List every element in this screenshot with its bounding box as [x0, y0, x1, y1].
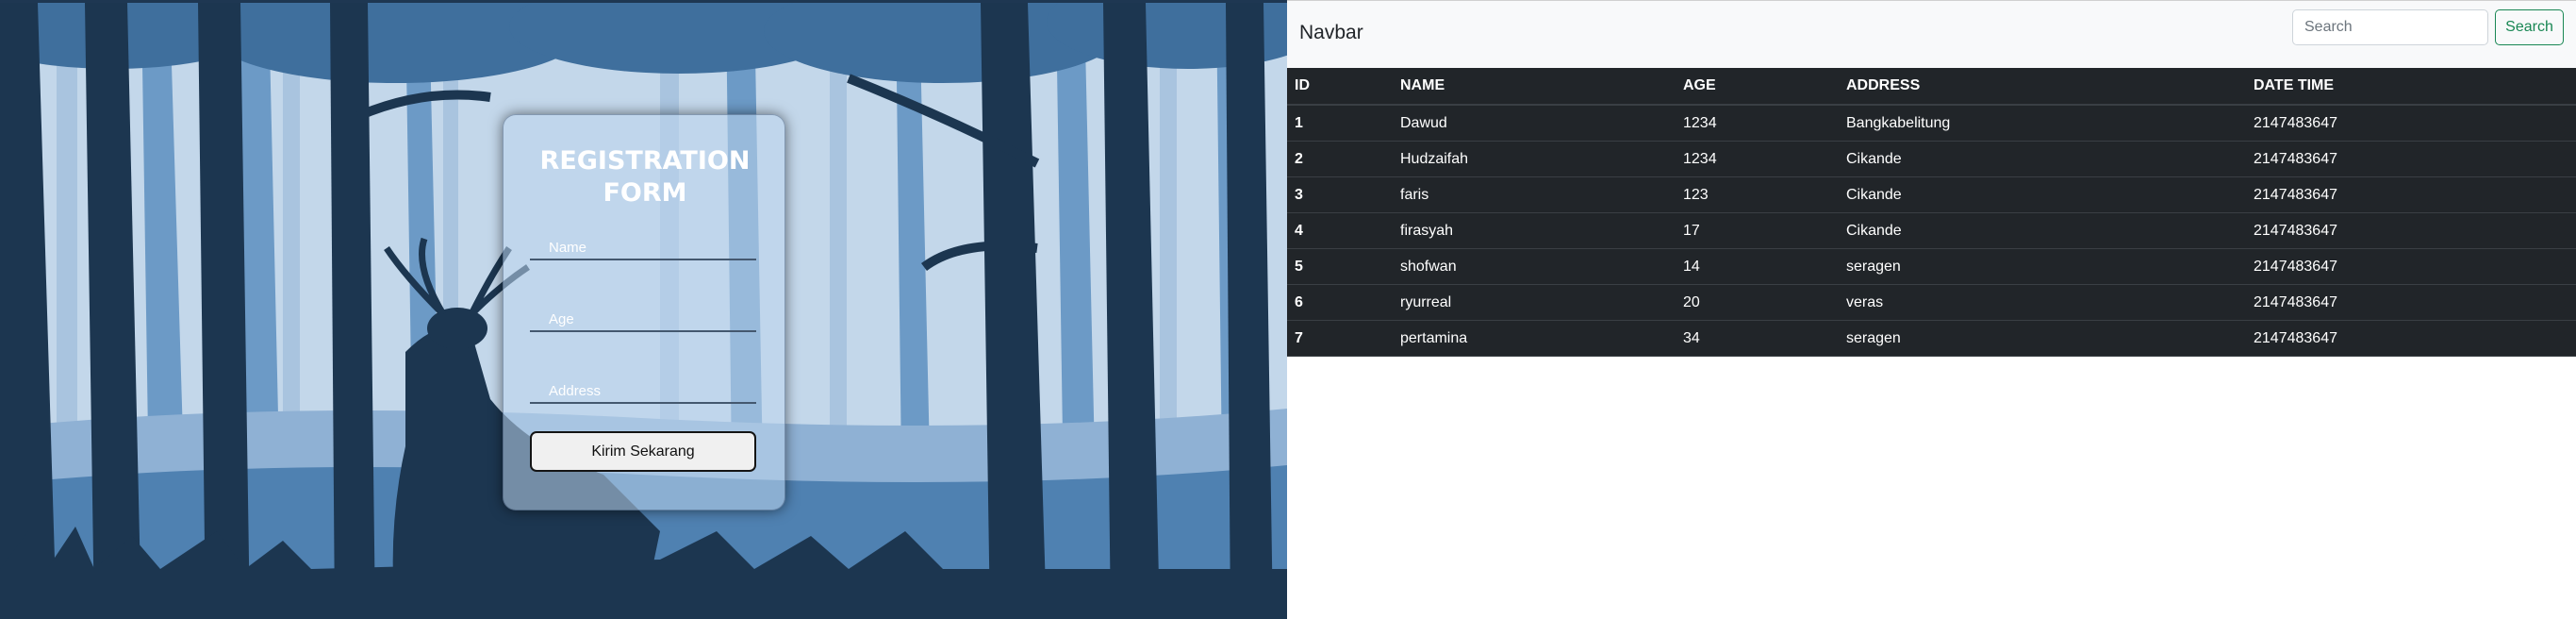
- header-id: ID: [1287, 68, 1393, 106]
- forest-background: REGISTRATION FORM Kirim Sekarang: [0, 0, 1287, 619]
- cell-address: seragen: [1839, 248, 2246, 285]
- cell-id: 2: [1287, 141, 1393, 177]
- cell-name: Hudzaifah: [1393, 141, 1676, 177]
- cell-datetime: 2147483647: [2246, 248, 2576, 285]
- cell-id: 3: [1287, 176, 1393, 213]
- table-row: 4 firasyah 17 Cikande 2147483647: [1287, 212, 2576, 249]
- cell-datetime: 2147483647: [2246, 176, 2576, 213]
- search-input[interactable]: [2292, 9, 2488, 45]
- navbar: Navbar Search: [1287, 1, 2576, 68]
- navbar-brand[interactable]: Navbar: [1299, 22, 1363, 44]
- cell-address: seragen: [1839, 320, 2246, 357]
- table-row: 6 ryurreal 20 veras 2147483647: [1287, 284, 2576, 321]
- header-address: ADDRESS: [1839, 68, 2246, 106]
- cell-id: 6: [1287, 284, 1393, 321]
- cell-id: 1: [1287, 105, 1393, 142]
- cell-age: 17: [1676, 212, 1839, 249]
- data-panel: Navbar Search ID NAME AGE ADDRESS DATE T…: [1287, 0, 2576, 619]
- cell-age: 1234: [1676, 141, 1839, 177]
- cell-datetime: 2147483647: [2246, 141, 2576, 177]
- table-row: 3 faris 123 Cikande 2147483647: [1287, 176, 2576, 213]
- registration-title-line2: FORM: [603, 178, 687, 208]
- cell-age: 20: [1676, 284, 1839, 321]
- cell-name: Dawud: [1393, 105, 1676, 142]
- cell-name: firasyah: [1393, 212, 1676, 249]
- cell-datetime: 2147483647: [2246, 320, 2576, 357]
- cell-name: pertamina: [1393, 320, 1676, 357]
- header-datetime: DATE TIME: [2246, 68, 2576, 106]
- cell-id: 7: [1287, 320, 1393, 357]
- cell-id: 5: [1287, 248, 1393, 285]
- name-field[interactable]: [530, 236, 756, 260]
- search-button[interactable]: Search: [2495, 9, 2564, 45]
- cell-address: veras: [1839, 284, 2246, 321]
- cell-address: Bangkabelitung: [1839, 105, 2246, 142]
- cell-name: ryurreal: [1393, 284, 1676, 321]
- cell-name: faris: [1393, 176, 1676, 213]
- header-name: NAME: [1393, 68, 1676, 106]
- data-table: ID NAME AGE ADDRESS DATE TIME 1 Dawud 12…: [1287, 68, 2576, 357]
- table-row: 1 Dawud 1234 Bangkabelitung 2147483647: [1287, 105, 2576, 142]
- cell-age: 34: [1676, 320, 1839, 357]
- registration-card: REGISTRATION FORM Kirim Sekarang: [503, 114, 785, 510]
- table-header-row: ID NAME AGE ADDRESS DATE TIME: [1287, 68, 2576, 106]
- cell-datetime: 2147483647: [2246, 212, 2576, 249]
- header-age: AGE: [1676, 68, 1839, 106]
- registration-title: REGISTRATION FORM: [504, 145, 786, 209]
- cell-address: Cikande: [1839, 176, 2246, 213]
- cell-age: 123: [1676, 176, 1839, 213]
- table-row: 2 Hudzaifah 1234 Cikande 2147483647: [1287, 141, 2576, 177]
- cell-name: shofwan: [1393, 248, 1676, 285]
- cell-datetime: 2147483647: [2246, 105, 2576, 142]
- cell-datetime: 2147483647: [2246, 284, 2576, 321]
- address-field[interactable]: [530, 379, 756, 404]
- age-field[interactable]: [530, 308, 756, 332]
- table-row: 5 shofwan 14 seragen 2147483647: [1287, 248, 2576, 285]
- table-row: 7 pertamina 34 seragen 2147483647: [1287, 320, 2576, 357]
- cell-address: Cikande: [1839, 141, 2246, 177]
- cell-id: 4: [1287, 212, 1393, 249]
- cell-age: 1234: [1676, 105, 1839, 142]
- cell-address: Cikande: [1839, 212, 2246, 249]
- cell-age: 14: [1676, 248, 1839, 285]
- submit-button[interactable]: Kirim Sekarang: [530, 431, 756, 472]
- registration-title-line1: REGISTRATION: [539, 146, 751, 176]
